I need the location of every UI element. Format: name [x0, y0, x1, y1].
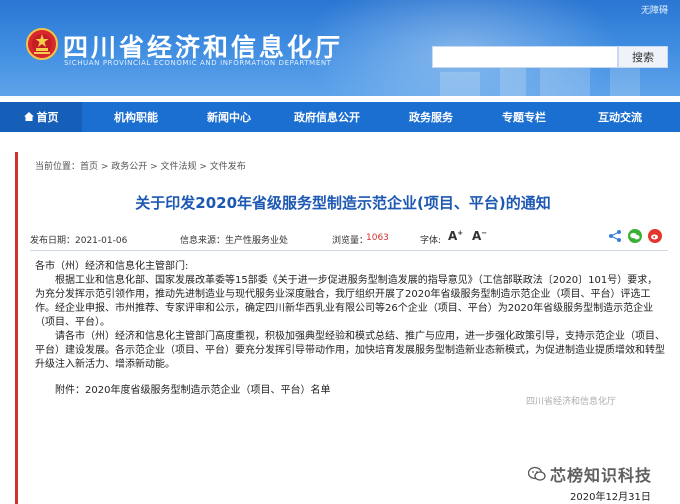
home-icon: [23, 111, 34, 121]
watermark: 芯榜知识科技: [528, 462, 652, 486]
info-source: 信息来源：生产性服务业处: [180, 236, 289, 246]
nav-item-services[interactable]: 政务服务: [386, 102, 476, 132]
article-body: 各市（州）经济和信息化主管部门: 根据工业和信息化部、国家发展改革委等15部委《…: [35, 260, 665, 398]
nav-item-functions[interactable]: 机构职能: [82, 102, 190, 132]
views-label: 浏览量：: [332, 236, 369, 246]
nav-item-label: 首页: [36, 111, 59, 124]
breadcrumb[interactable]: 当前位置：首页 > 政务公开 > 文件法规 > 文件发布: [35, 159, 246, 172]
meta-divider: [30, 250, 668, 251]
nav-item-news[interactable]: 新闻中心: [190, 102, 268, 132]
publish-date: 发布日期：2021-01-06: [30, 236, 128, 246]
accessibility-link[interactable]: 无障碍: [641, 3, 668, 16]
weibo-icon[interactable]: [648, 229, 662, 243]
article-container: 当前位置：首页 > 政务公开 > 文件法规 > 文件发布 关于印发2020年省级…: [15, 152, 670, 504]
nav-item-interaction[interactable]: 互动交流: [572, 102, 668, 132]
national-emblem-icon: [26, 28, 58, 60]
salutation: 各市（州）经济和信息化主管部门:: [35, 261, 189, 272]
font-size-label: 字体:: [420, 236, 442, 246]
nav-item-topics[interactable]: 专题专栏: [476, 102, 572, 132]
nav-item-gov-info[interactable]: 政府信息公开: [268, 102, 386, 132]
wechat-icon[interactable]: [628, 229, 642, 243]
article-meta: 发布日期：2021-01-06 信息来源：生产性服务业处 浏览量： 1063 字…: [30, 229, 670, 249]
issuer: 四川省经济和信息化厅: [526, 397, 617, 407]
banner-building: [440, 72, 480, 96]
main-nav: 首页 机构职能 新闻中心 政府信息公开 政务服务 专题专栏 互动交流: [0, 102, 680, 132]
font-decrease-button[interactable]: A−: [472, 229, 487, 243]
share-icon[interactable]: [608, 229, 622, 243]
search-input[interactable]: [432, 46, 618, 68]
paragraph: 根据工业和信息化部、国家发展改革委等15部委《关于进一步促进服务型制造发展的指导…: [35, 275, 658, 328]
watermark-text: 芯榜知识科技: [550, 466, 653, 485]
share-icons: [608, 229, 662, 243]
site-title-en: SICHUAN PROVINCIAL ECONOMIC AND INFORMAT…: [64, 59, 332, 67]
wechat-icon: [528, 466, 546, 481]
sign-date: 2020年12月31日: [570, 492, 651, 503]
article-title: 关于印发2020年省级服务型制造示范企业(项目、平台)的通知: [135, 194, 551, 212]
banner-building: [540, 66, 590, 96]
search-button[interactable]: 搜索: [618, 46, 668, 68]
header-banner: 无障碍 四川省经济和信息化厅 SICHUAN PROVINCIAL ECONOM…: [0, 0, 680, 96]
font-increase-button[interactable]: A+: [448, 229, 463, 243]
nav-item-home[interactable]: 首页: [0, 102, 82, 132]
paragraph: 请各市（州）经济和信息化主管部门高度重视，积极加强典型经验和模式总结、推广与应用…: [35, 331, 665, 370]
views-count: 1063: [366, 233, 389, 243]
